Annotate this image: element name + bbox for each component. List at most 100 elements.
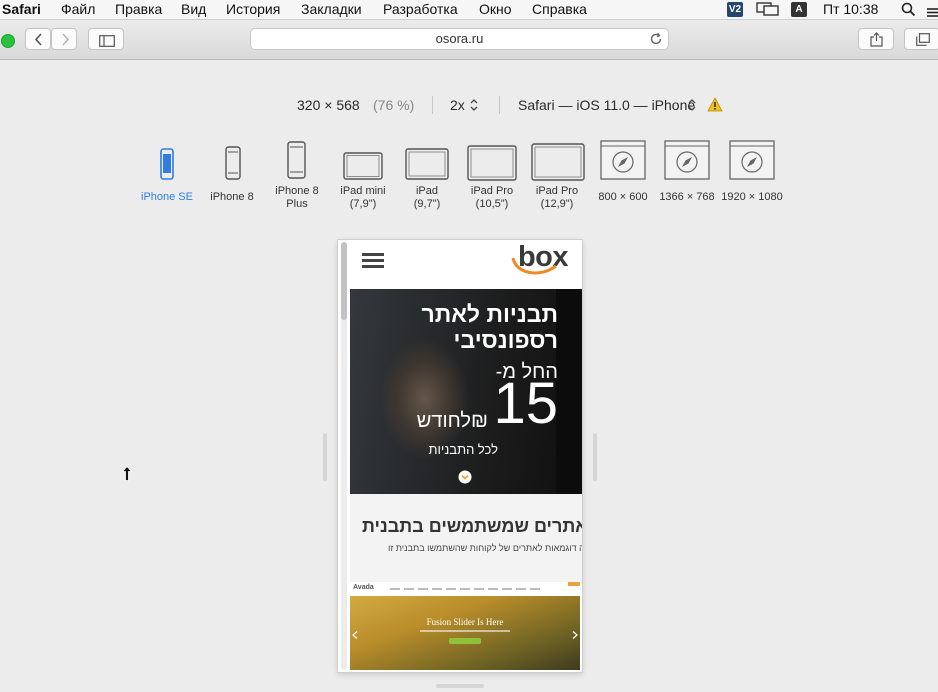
phone-icon bbox=[287, 141, 306, 179]
window-zoom-button[interactable] bbox=[1, 34, 15, 48]
device-iphone-se[interactable]: iPhone SE bbox=[140, 146, 194, 208]
example-nav-accent bbox=[568, 582, 580, 586]
back-button[interactable] bbox=[25, 28, 51, 50]
reload-icon[interactable] bbox=[649, 32, 663, 52]
tablet-icon bbox=[531, 143, 585, 181]
safari-window-icon bbox=[729, 140, 775, 180]
device-label: iPhone 8 bbox=[210, 191, 254, 203]
device-label: iPad Pro bbox=[535, 185, 579, 197]
viewport-scrollbar[interactable] bbox=[341, 242, 347, 670]
device-iphone-8[interactable]: iPhone 8 bbox=[207, 146, 257, 208]
chevron-left-icon bbox=[34, 33, 43, 51]
hero-title-line2: רספונסיבי bbox=[453, 327, 558, 353]
menu-app-safari[interactable]: Safari bbox=[2, 0, 41, 19]
viewport-size: 320 × 568 bbox=[297, 97, 360, 113]
device-label-line2: (12,9") bbox=[540, 198, 574, 210]
viewport-resize-handle-bottom[interactable] bbox=[436, 684, 484, 688]
section-title: אתרים שמשתמשים בתבנית bbox=[362, 516, 582, 536]
example-logo: Avada bbox=[353, 584, 374, 591]
menu-file[interactable]: Файл bbox=[61, 0, 95, 19]
divider bbox=[432, 96, 433, 114]
share-button[interactable] bbox=[858, 28, 894, 50]
device-label-line2: (10,5") bbox=[475, 198, 509, 210]
device-1920x1080[interactable]: 1920 × 1080 bbox=[720, 140, 784, 204]
tablet-icon bbox=[467, 145, 517, 181]
tabs-overview-button[interactable] bbox=[904, 28, 938, 50]
warning-icon[interactable] bbox=[707, 97, 723, 116]
device-label: iPhone 8 bbox=[275, 185, 319, 197]
scrollbar-thumb[interactable] bbox=[341, 242, 347, 320]
device-label-line2: Plus bbox=[286, 198, 308, 210]
chevron-updown-icon[interactable] bbox=[688, 98, 696, 116]
macos-menu-bar: Safari Файл Правка Вид История Закладки … bbox=[0, 0, 938, 20]
site-logo[interactable]: box bbox=[510, 241, 580, 282]
menu-bookmarks[interactable]: Закладки bbox=[301, 0, 362, 19]
chevron-updown-icon[interactable] bbox=[470, 98, 478, 116]
device-800x600[interactable]: 800 × 600 bbox=[594, 140, 652, 204]
phone-icon bbox=[225, 146, 241, 180]
menu-edit[interactable]: Правка bbox=[115, 0, 162, 19]
spotlight-search-icon[interactable] bbox=[901, 2, 916, 17]
device-label: iPhone SE bbox=[141, 191, 193, 203]
device-ipad-pro-12-9[interactable]: iPad Pro (12,9") bbox=[529, 143, 585, 212]
notification-center-icon[interactable] bbox=[927, 4, 938, 17]
example-site-screenshot[interactable]: Avada Fusion Slider Is Here bbox=[350, 582, 580, 670]
menu-window[interactable]: Окно bbox=[479, 0, 512, 19]
hero-all-templates: לכל התבניות bbox=[428, 442, 498, 457]
menu-help[interactable]: Справка bbox=[532, 0, 587, 19]
forward-button[interactable] bbox=[51, 28, 77, 50]
hero-title-line1: תבניות לאתר bbox=[421, 301, 558, 327]
user-agent-select[interactable]: Safari — iOS 11.0 — iPhone bbox=[518, 96, 695, 114]
menu-view[interactable]: Вид bbox=[181, 0, 206, 19]
share-icon bbox=[870, 32, 883, 52]
device-ipad-pro-10-5[interactable]: iPad Pro (10,5") bbox=[464, 145, 520, 212]
slider-next-icon bbox=[572, 626, 578, 639]
device-1366x768[interactable]: 1366 × 768 bbox=[656, 140, 718, 204]
example-subtext bbox=[420, 630, 510, 632]
menu-history[interactable]: История bbox=[226, 0, 280, 19]
sidebar-icon bbox=[99, 34, 115, 52]
address-bar[interactable]: osora.ru bbox=[250, 28, 669, 50]
logo-swoosh-icon bbox=[511, 257, 557, 275]
menu-clock[interactable]: Пт 10:38 bbox=[823, 0, 878, 19]
v2-status-icon[interactable]: V2 bbox=[727, 2, 743, 17]
menu-develop[interactable]: Разработка bbox=[383, 0, 458, 19]
resize-cursor-icon bbox=[121, 465, 133, 486]
viewport-resize-handle-left[interactable] bbox=[323, 433, 327, 481]
sidebar-toggle-button[interactable] bbox=[88, 28, 124, 50]
hero-per-month: ₪לחודש bbox=[416, 410, 488, 432]
device-label: 800 × 600 bbox=[598, 191, 648, 203]
tablet-icon bbox=[343, 152, 383, 180]
safari-window-icon bbox=[664, 140, 710, 180]
responsive-controls-bar: 320 × 568 (76 %) 2x Safari — iOS 11.0 — … bbox=[0, 96, 938, 116]
divider bbox=[499, 96, 500, 114]
safari-window-icon bbox=[600, 140, 646, 180]
input-source-icon[interactable]: A bbox=[791, 2, 807, 17]
chevron-down-icon[interactable] bbox=[458, 470, 472, 489]
pixel-ratio-select[interactable]: 2x bbox=[450, 96, 465, 114]
display-mirroring-icon[interactable] bbox=[756, 2, 780, 17]
browser-toolbar: osora.ru bbox=[0, 20, 938, 60]
device-iphone-8-plus[interactable]: iPhone 8 Plus bbox=[270, 141, 324, 211]
section-subtitle: כמה דוגמאות לאתרים של לקוחות שהשתמשו בתב… bbox=[388, 543, 582, 553]
example-nav: Avada bbox=[350, 582, 580, 596]
device-label: 1920 × 1080 bbox=[721, 191, 783, 203]
device-label: 1366 × 768 bbox=[659, 191, 715, 203]
slider-prev-icon bbox=[352, 626, 358, 639]
example-nav-links bbox=[390, 588, 540, 590]
example-cta-button bbox=[449, 638, 481, 644]
address-url: osora.ru bbox=[435, 31, 484, 46]
viewport-scale: (76 %) bbox=[373, 97, 415, 113]
hamburger-menu-icon[interactable] bbox=[362, 252, 384, 274]
device-viewport[interactable]: box תבניות לאתר רספונסיבי החל מ- 15 ₪לחו… bbox=[338, 240, 582, 672]
site-header: box bbox=[350, 240, 582, 289]
tabs-icon bbox=[916, 33, 930, 51]
hero-dark-panel bbox=[556, 289, 582, 494]
phone-icon bbox=[160, 148, 174, 180]
device-ipad-mini[interactable]: iPad mini (7,9") bbox=[336, 152, 390, 212]
device-label-line2: (7,9") bbox=[349, 198, 377, 210]
device-ipad[interactable]: iPad (9,7") bbox=[402, 148, 452, 212]
viewport-resize-handle-right[interactable] bbox=[593, 433, 597, 481]
chevron-right-icon bbox=[61, 33, 70, 51]
device-label: iPad bbox=[415, 185, 439, 197]
